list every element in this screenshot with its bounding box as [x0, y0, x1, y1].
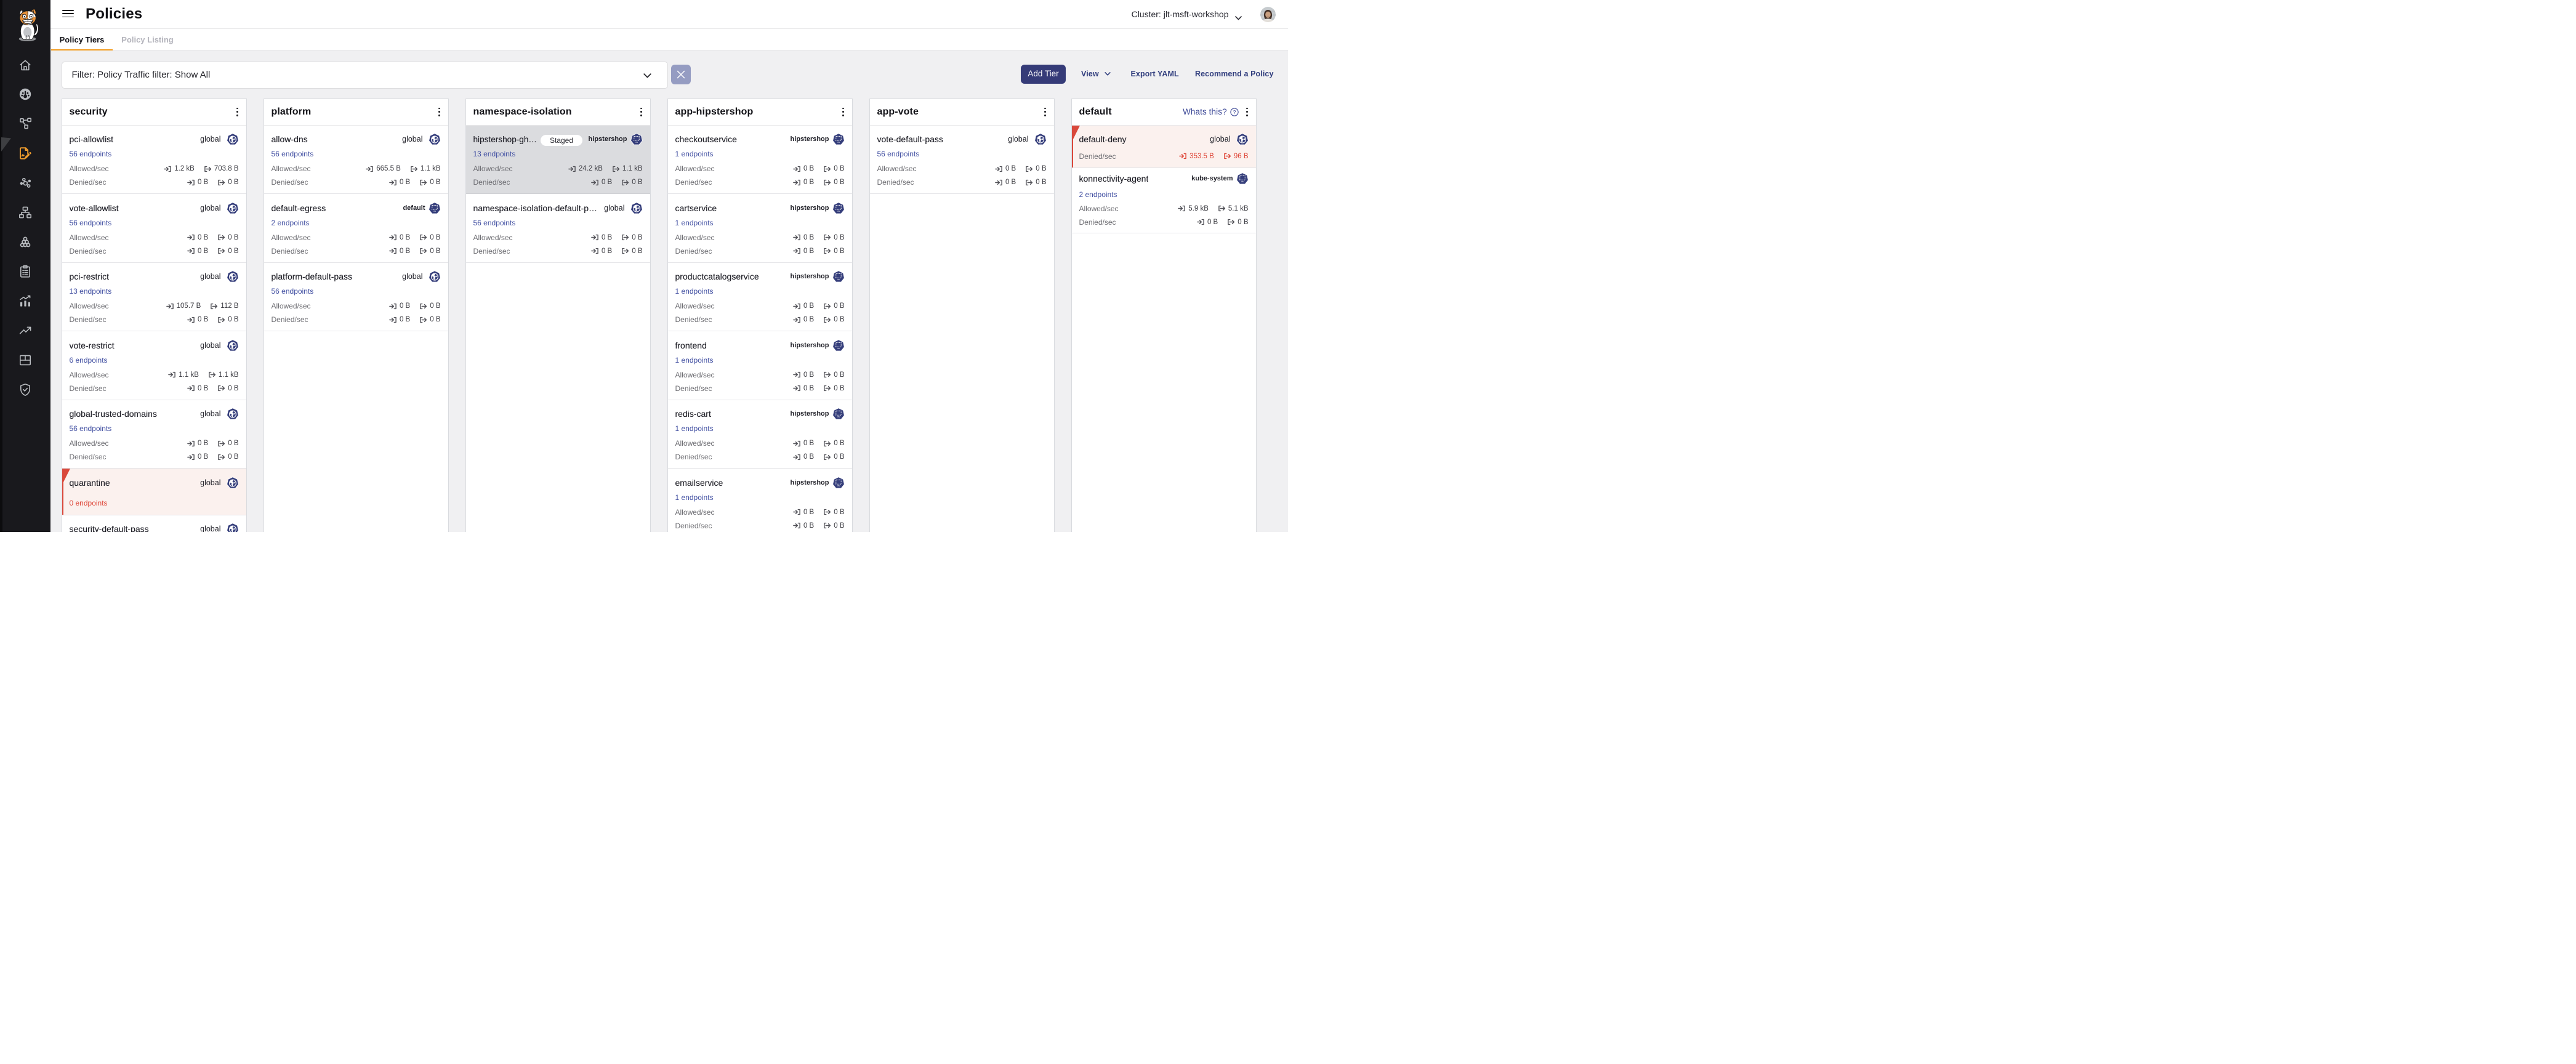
svg-text:?: ? [1233, 109, 1236, 115]
